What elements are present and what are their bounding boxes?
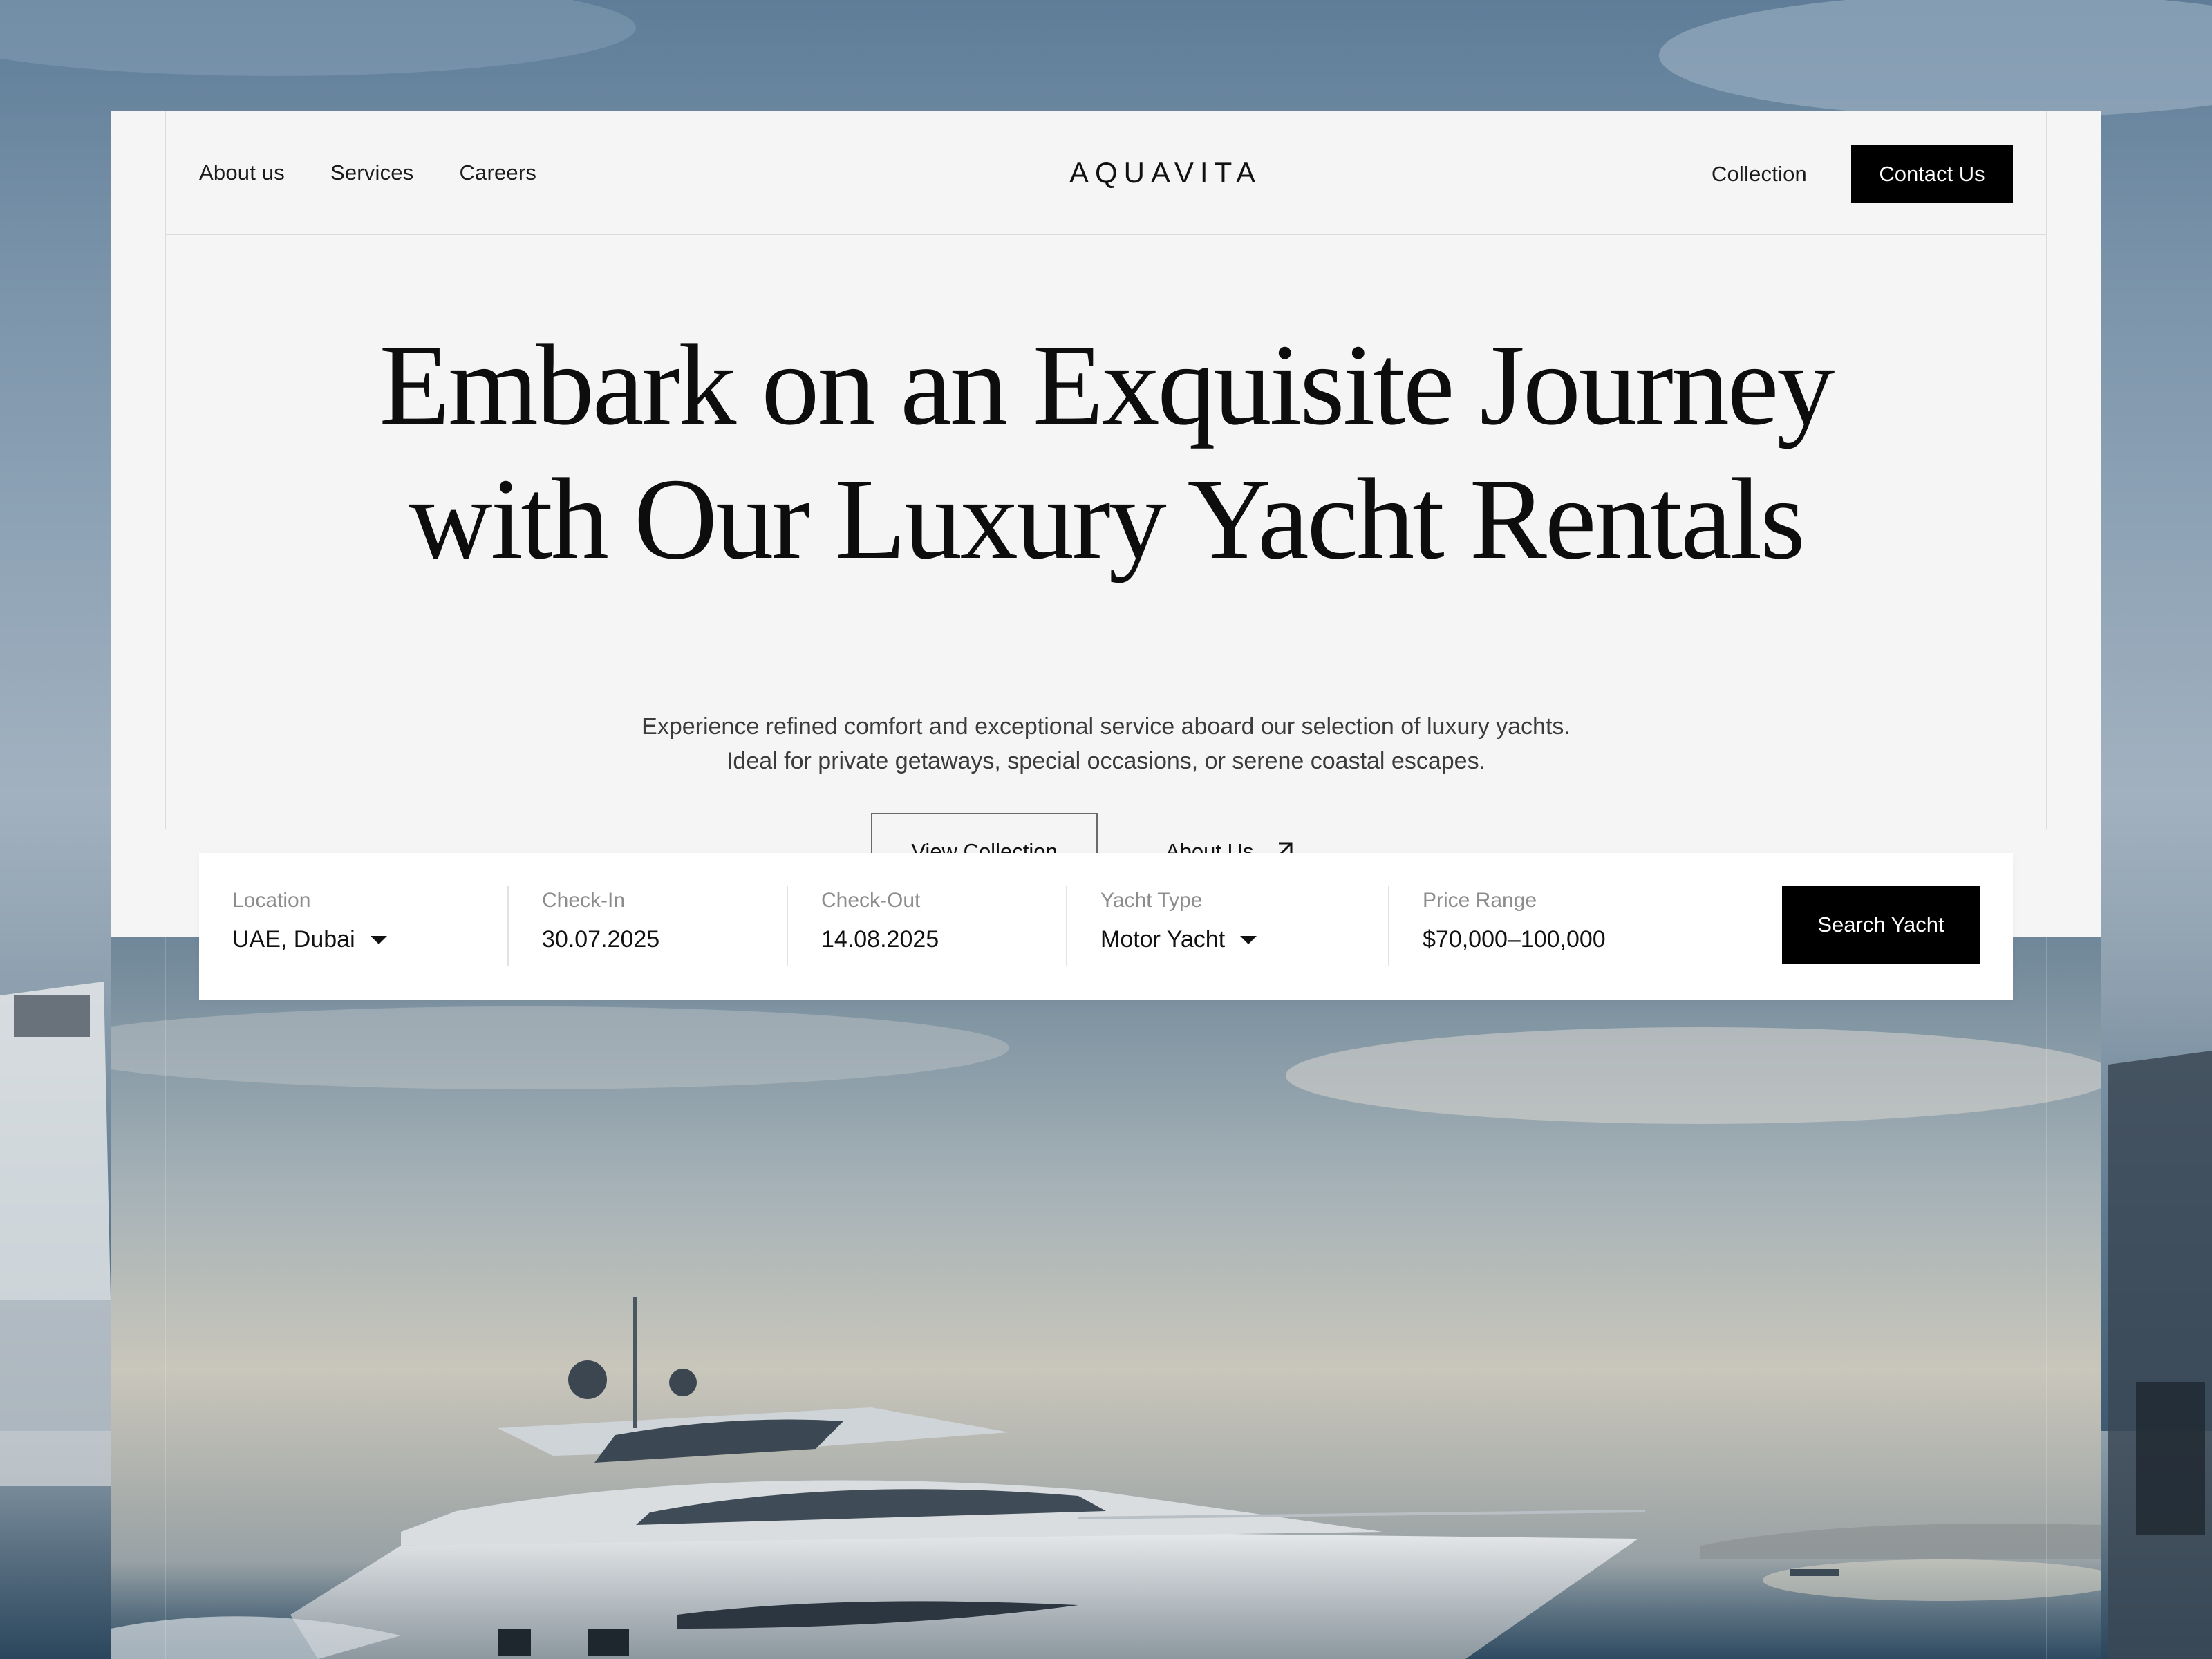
check-out-value[interactable]: 14.08.2025 — [821, 926, 1066, 953]
location-select[interactable]: UAE, Dubai — [232, 926, 507, 953]
check-in-field[interactable]: Check-In 30.07.2025 — [507, 886, 787, 966]
primary-nav: About us Services Careers — [199, 160, 536, 185]
hero-subtitle: Experience refined comfort and exception… — [111, 709, 2101, 778]
hero-title-line-2: with Our Luxury Yacht Rentals — [409, 455, 1806, 583]
yacht-type-select[interactable]: Motor Yacht — [1100, 926, 1388, 953]
location-label: Location — [232, 889, 311, 912]
location-value: UAE, Dubai — [232, 926, 355, 953]
hero-title: Embark on an Exquisite Journey with Our … — [111, 318, 2101, 586]
nav-collection[interactable]: Collection — [1712, 162, 1807, 187]
yacht-photo — [111, 937, 2101, 1659]
secondary-nav: Collection Contact Us — [1712, 145, 2013, 203]
check-in-label: Check-In — [542, 889, 626, 912]
price-range-value[interactable]: $70,000–100,000 — [1423, 926, 1775, 953]
yacht-type-value: Motor Yacht — [1100, 926, 1226, 953]
caret-down-icon — [1240, 935, 1257, 944]
yacht-search-bar: Location UAE, Dubai Check-In 30.07.2025 … — [199, 853, 2013, 1000]
yacht-type-label: Yacht Type — [1100, 889, 1203, 912]
check-out-label: Check-Out — [821, 889, 921, 912]
contact-us-button[interactable]: Contact Us — [1851, 145, 2013, 203]
hero-card: About us Services Careers AQUAVITA Colle… — [111, 111, 2101, 1659]
check-in-value[interactable]: 30.07.2025 — [542, 926, 787, 953]
price-range-label: Price Range — [1423, 889, 1537, 912]
yacht-type-field[interactable]: Yacht Type Motor Yacht — [1066, 886, 1388, 966]
nav-about-us[interactable]: About us — [199, 160, 285, 185]
nav-careers[interactable]: Careers — [459, 160, 536, 185]
price-range-field[interactable]: Price Range $70,000–100,000 — [1388, 886, 1775, 966]
hero-subtitle-line-1: Experience refined comfort and exception… — [641, 713, 1571, 740]
layout-guide-right-photo — [2046, 937, 2047, 1659]
hero-subtitle-line-2: Ideal for private getaways, special occa… — [726, 748, 1486, 774]
location-field[interactable]: Location UAE, Dubai — [199, 886, 507, 966]
nav-services[interactable]: Services — [330, 160, 413, 185]
site-header: About us Services Careers AQUAVITA Colle… — [166, 111, 2046, 235]
layout-guide-left-photo — [165, 937, 166, 1659]
search-yacht-button[interactable]: Search Yacht — [1782, 886, 1980, 964]
caret-down-icon — [370, 935, 387, 944]
check-out-field[interactable]: Check-Out 14.08.2025 — [787, 886, 1066, 966]
brand-logo[interactable]: AQUAVITA — [1069, 156, 1262, 189]
hero-title-line-1: Embark on an Exquisite Journey — [379, 321, 1835, 449]
